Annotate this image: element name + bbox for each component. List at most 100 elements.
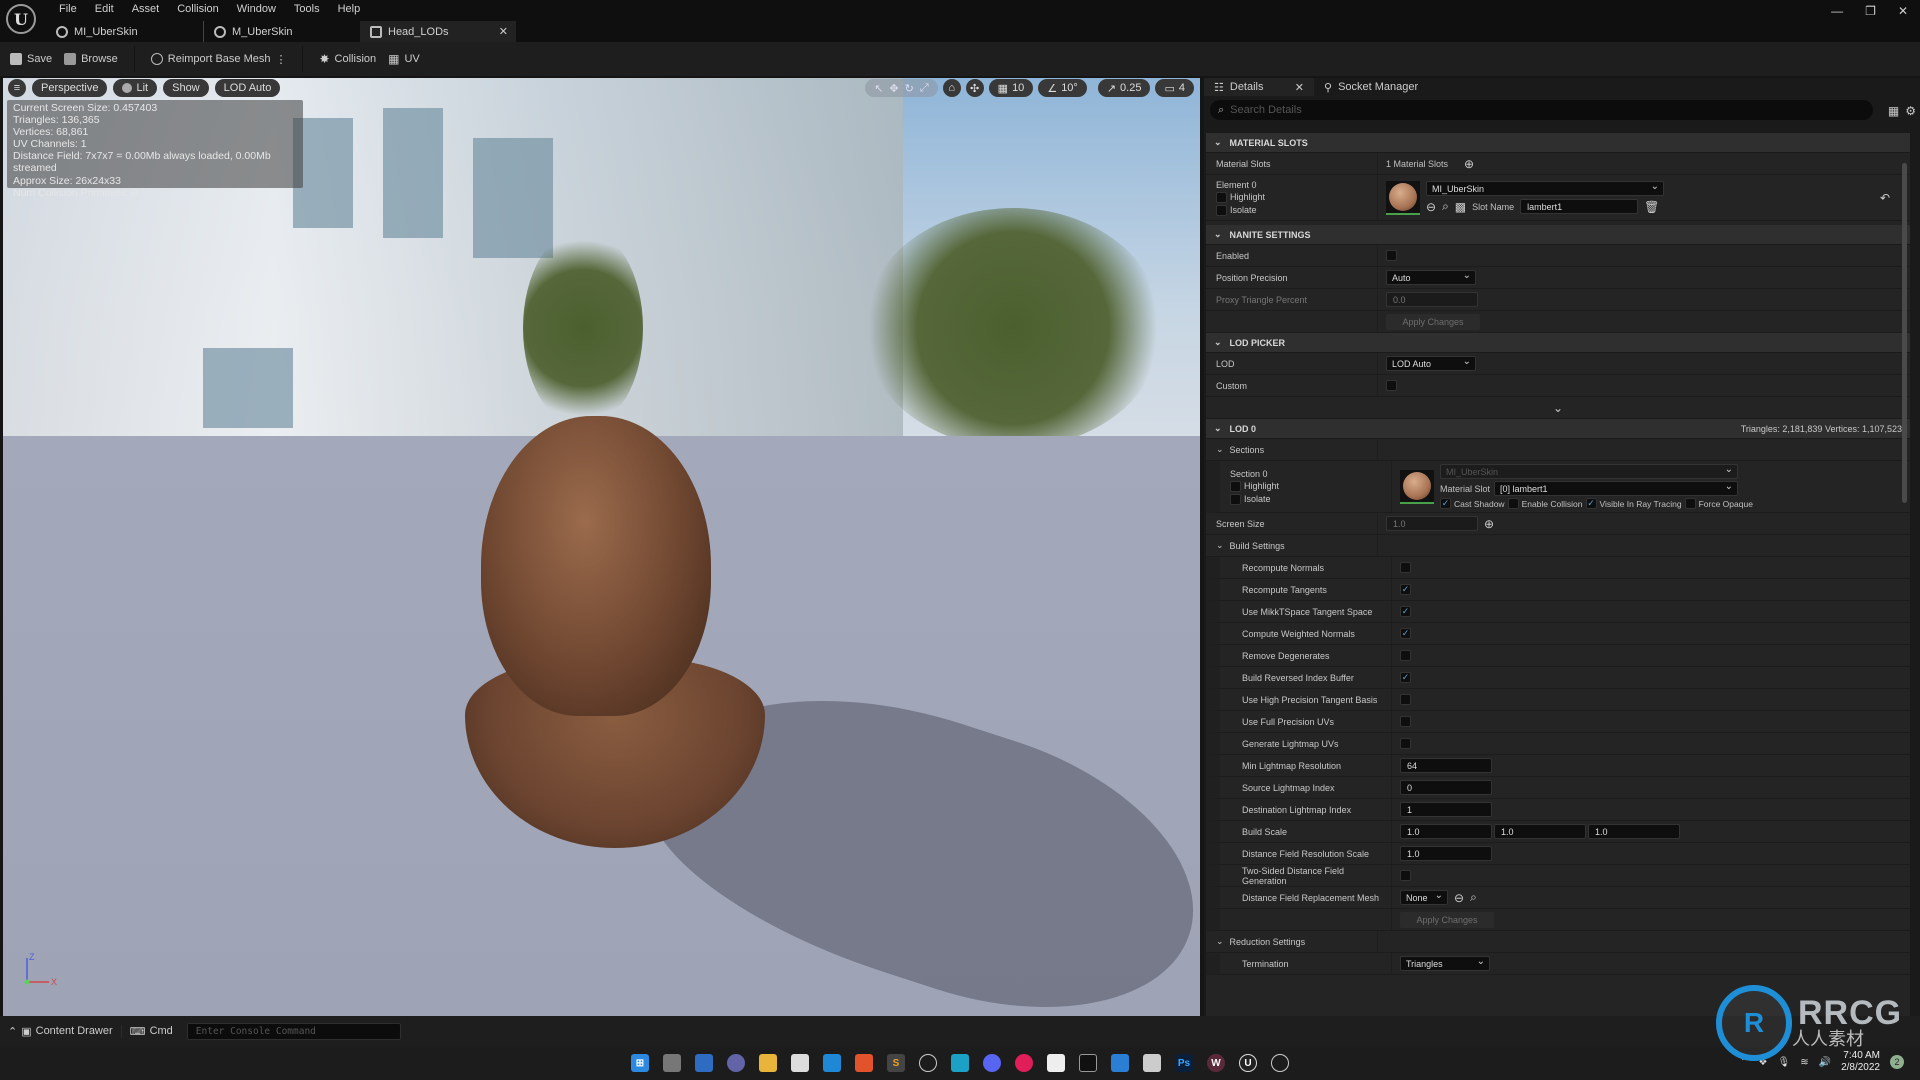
app-shield-icon[interactable] [951,1054,969,1072]
build-setting-checkbox[interactable] [1400,694,1411,705]
force-opaque-checkbox[interactable] [1684,498,1696,509]
tab-details[interactable]: ☷ Details ✕ [1204,78,1314,96]
file-explorer-icon[interactable] [759,1054,777,1072]
section-material-dropdown[interactable]: MI_UberSkin [1440,464,1738,479]
brave-browser-icon[interactable] [855,1054,873,1072]
delete-slot-icon[interactable]: 🗑 [1644,200,1659,214]
build-scale-x-input[interactable]: 1.0 [1400,824,1492,839]
menu-help[interactable]: Help [329,2,370,16]
sections-header-row[interactable]: ⌄ Sections [1206,439,1910,461]
table-view-icon[interactable]: ▦ [1888,104,1899,118]
add-slot-icon[interactable]: ⊕ [1464,157,1474,171]
restore-icon[interactable]: ❐ [1865,4,1876,18]
termination-dropdown[interactable]: Triangles [1400,956,1490,971]
tab-mi-uberskin[interactable]: MI_UberSkin [46,21,203,42]
photoshop-icon[interactable]: Ps [1175,1054,1193,1072]
build-setting-checkbox[interactable] [1400,716,1411,727]
source-lightmap-input[interactable]: 0 [1400,780,1492,795]
add-screen-size-icon[interactable]: ⊕ [1484,517,1494,531]
obs-icon[interactable] [1271,1054,1289,1072]
reset-arrow-icon[interactable]: ↶ [1880,191,1890,205]
build-setting-checkbox[interactable] [1400,650,1411,661]
df-resolution-input[interactable]: 1.0 [1400,846,1492,861]
menu-asset[interactable]: Asset [123,2,169,16]
transform-tools[interactable]: ↖ ✥ ↻ ⤢ [865,79,938,97]
build-setting-checkbox[interactable] [1400,672,1411,683]
world-local-button[interactable]: ✣ [965,79,984,97]
vscode-icon[interactable] [1111,1054,1129,1072]
build-setting-checkbox[interactable] [1400,584,1411,595]
material-options-icon[interactable]: ▩ [1455,200,1466,214]
build-setting-checkbox[interactable] [1400,606,1411,617]
terminal-app-icon[interactable] [1079,1054,1097,1072]
material-thumbnail[interactable] [1386,180,1420,215]
tab-m-uberskin[interactable]: M_UberSkin [203,21,360,42]
windows-start-icon[interactable]: ⊞ [631,1054,649,1072]
tab-socket-manager[interactable]: ⚲ Socket Manager [1314,78,1428,96]
settings-gear-icon[interactable]: ⚙ [1905,104,1916,118]
viewport-menu-button[interactable]: ≡ [8,79,26,97]
two-sided-df-checkbox[interactable] [1400,870,1411,881]
menu-collision[interactable]: Collision [168,2,228,16]
position-precision-dropdown[interactable]: Auto [1386,270,1476,285]
notepad-icon[interactable] [1047,1054,1065,1072]
grid-snap-button[interactable]: ▦ 10 [988,79,1034,97]
scale-icon[interactable]: ⤢ [920,82,929,95]
menu-window[interactable]: Window [228,2,285,16]
use-selected-icon[interactable]: ⊖ [1426,200,1436,214]
scale-snap-button[interactable]: ↗ 0.25 [1097,79,1151,97]
cmd-button[interactable]: ⌨ Cmd [120,1024,181,1038]
save-button[interactable]: Save [4,48,58,70]
widgets-icon[interactable] [695,1054,713,1072]
content-drawer-button[interactable]: ⌃ ▣ Content Drawer [0,1025,121,1038]
microsoft-store-icon[interactable] [791,1054,809,1072]
isolate-checkbox[interactable] [1216,204,1227,216]
browse-search-icon[interactable]: ⌕ [1470,890,1477,905]
destination-lightmap-input[interactable]: 1 [1400,802,1492,817]
material-dropdown[interactable]: MI_UberSkin [1426,181,1664,196]
proxy-triangle-input[interactable]: 0.0 [1386,292,1478,307]
slack-icon[interactable] [1015,1054,1033,1072]
uv-button[interactable]: ▦ UV [382,48,426,70]
use-selected-icon[interactable]: ⊖ [1454,891,1464,905]
build-apply-changes-button[interactable]: Apply Changes [1400,911,1494,928]
surface-snap-button[interactable]: ⌂ [942,79,961,97]
visible-ray-tracing-checkbox[interactable] [1585,498,1597,509]
build-settings-header-row[interactable]: ⌄ Build Settings [1206,535,1910,557]
app-w-icon[interactable]: W [1207,1054,1225,1072]
more-options-icon[interactable]: ⋮ [275,53,286,66]
highlight-checkbox[interactable] [1216,191,1227,203]
min-lightmap-input[interactable]: 64 [1400,758,1492,773]
console-command-input[interactable]: Enter Console Command [186,1022,401,1040]
epic-launcher-icon[interactable] [919,1054,937,1072]
df-replacement-dropdown[interactable]: None [1400,890,1448,905]
cast-shadow-checkbox[interactable] [1440,498,1451,509]
build-scale-y-input[interactable]: 1.0 [1494,824,1586,839]
material-slot-dropdown[interactable]: [0] lambert1 [1494,481,1739,496]
section-material-thumbnail[interactable] [1400,469,1434,504]
search-details-input[interactable]: ⌕ Search Details [1210,100,1873,120]
section-highlight-checkbox[interactable] [1230,480,1241,492]
build-scale-z-input[interactable]: 1.0 [1588,824,1680,839]
rotate-icon[interactable]: ↻ [905,82,914,95]
lod-dropdown[interactable]: LOD Auto [1386,356,1476,371]
nanite-apply-changes-button[interactable]: Apply Changes [1386,313,1480,330]
teams-chat-icon[interactable] [727,1054,745,1072]
mail-icon[interactable] [823,1054,841,1072]
close-details-icon[interactable]: ✕ [1295,81,1304,94]
show-button[interactable]: Show [163,79,209,97]
custom-checkbox[interactable] [1386,380,1397,391]
menu-tools[interactable]: Tools [285,2,329,16]
reduction-settings-header-row[interactable]: ⌄ Reduction Settings [1206,931,1910,953]
rotation-snap-button[interactable]: ∠ 10° [1038,79,1087,97]
section-lod-picker[interactable]: ⌄ LOD PICKER [1206,333,1910,353]
screen-size-input[interactable]: 1.0 [1386,516,1478,531]
build-setting-checkbox[interactable] [1400,628,1411,639]
details-scrollbar[interactable] [1902,163,1907,503]
translate-icon[interactable]: ✥ [889,82,898,95]
menu-file[interactable]: File [50,2,86,16]
collision-button[interactable]: ✸ Collision [313,48,382,70]
browse-button[interactable]: Browse [58,48,124,70]
viewport[interactable]: ≡ Perspective Lit Show LOD Auto ↖ ✥ ↻ ⤢ … [3,78,1200,1016]
section-material-slots[interactable]: ⌄ MATERIAL SLOTS [1206,133,1910,153]
